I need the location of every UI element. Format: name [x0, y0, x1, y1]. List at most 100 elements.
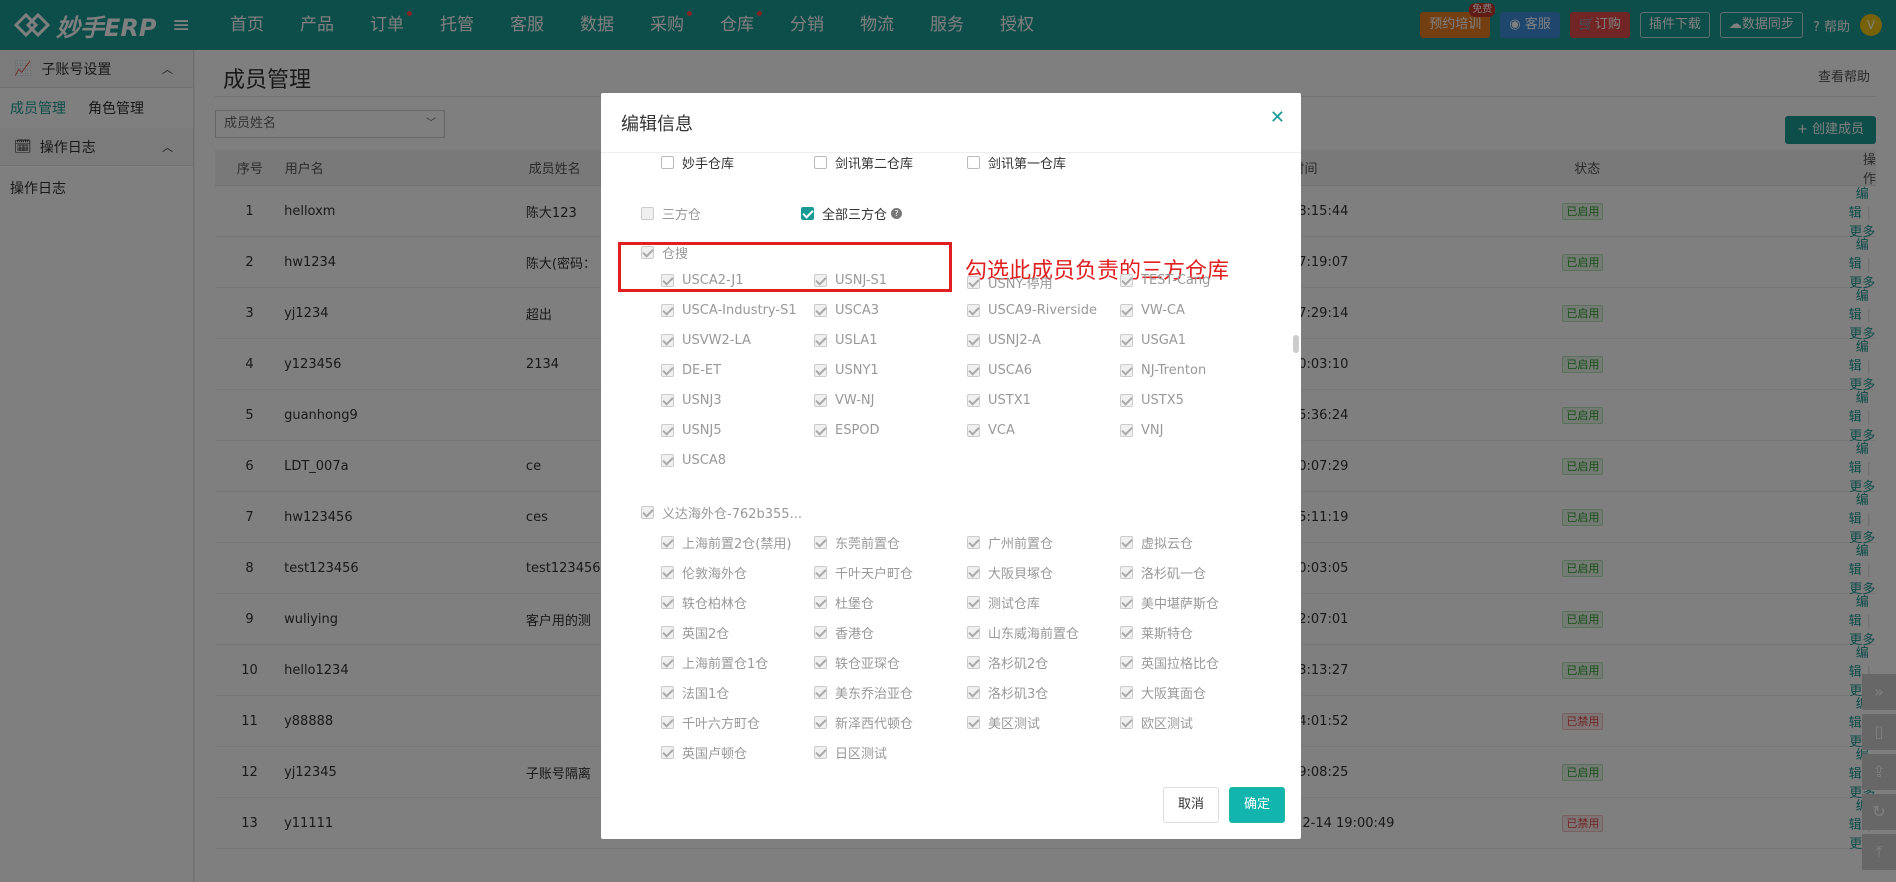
warehouse-checkbox[interactable]: 千叶天户町仓	[814, 563, 913, 582]
warehouse-checkbox[interactable]: 莱斯特仓	[1120, 623, 1193, 642]
checkbox-label: VNJ	[1141, 423, 1164, 438]
warehouse-checkbox[interactable]: USCA3	[814, 303, 879, 318]
modal-header: 编辑信息	[601, 93, 1301, 153]
warehouse-checkbox[interactable]: VCA	[967, 423, 1015, 438]
warehouse-checkbox[interactable]: 美区测试	[967, 713, 1040, 732]
warehouse-checkbox[interactable]: DE-ET	[661, 363, 721, 378]
warehouse-checkbox[interactable]: USCA6	[967, 363, 1032, 378]
warehouse-checkbox[interactable]: 洛杉矶3仓	[967, 683, 1048, 702]
checkbox-label: 大阪貝塚仓	[988, 567, 1054, 582]
checkbox-label: 莱斯特仓	[1141, 627, 1194, 642]
group-checkbox[interactable]: 仓搜	[641, 243, 688, 262]
warehouse-checkbox[interactable]: 千叶六方町仓	[661, 713, 760, 732]
checkbox-label: 妙手仓库	[682, 157, 735, 172]
warehouse-checkbox[interactable]: NJ-Trenton	[1120, 363, 1206, 378]
warehouse-checkbox[interactable]: 上海前置2仓(禁用)	[661, 533, 791, 552]
warehouse-checkbox[interactable]: 广州前置仓	[967, 533, 1053, 552]
checkbox-label: ESPOD	[835, 423, 880, 438]
top-warehouse-checkbox[interactable]: 剑讯第一仓库	[967, 153, 1066, 172]
top-warehouse-checkbox[interactable]: 妙手仓库	[661, 153, 734, 172]
checkbox-box	[1120, 304, 1133, 317]
cancel-button[interactable]: 取消	[1162, 787, 1219, 823]
warehouse-checkbox[interactable]: VW-CA	[1120, 303, 1185, 318]
checkbox-box	[661, 274, 674, 287]
warehouse-checkbox[interactable]: 美东乔治亚仓	[814, 683, 913, 702]
warehouse-checkbox[interactable]: 日区测试	[814, 743, 887, 762]
warehouse-checkbox[interactable]: USCA9-Riverside	[967, 303, 1097, 318]
all-third-party-checkbox[interactable]: 全部三方仓?	[801, 204, 903, 223]
warehouse-checkbox[interactable]: 虚拟云仓	[1120, 533, 1193, 552]
warehouse-checkbox[interactable]: 法国1仓	[661, 683, 729, 702]
top-warehouse-checkbox[interactable]: 剑讯第二仓库	[814, 153, 913, 172]
warehouse-checkbox[interactable]: 新泽西代顿仓	[814, 713, 913, 732]
checkbox-box	[1120, 364, 1133, 377]
warehouse-checkbox[interactable]: 上海前置仓1仓	[661, 653, 768, 672]
checkbox-label: USNJ-S1	[835, 273, 888, 288]
warehouse-checkbox[interactable]: 英国拉格比仓	[1120, 653, 1219, 672]
warehouse-checkbox[interactable]: VNJ	[1120, 423, 1163, 438]
warehouse-checkbox[interactable]: 美中堪萨斯仓	[1120, 593, 1219, 612]
checkbox-box	[661, 596, 674, 609]
checkbox-label: 大阪箕面仓	[1141, 687, 1207, 702]
warehouse-checkbox[interactable]: USCA-Industry-S1	[661, 303, 797, 318]
close-icon[interactable]: ✕	[1270, 107, 1285, 128]
warehouse-checkbox[interactable]: 山东威海前置仓	[967, 623, 1079, 642]
warehouse-checkbox[interactable]: 洛杉矶2仓	[967, 653, 1048, 672]
warehouse-checkbox[interactable]: 伦敦海外仓	[661, 563, 747, 582]
warehouse-checkbox[interactable]: USVW2-LA	[661, 333, 751, 348]
warehouse-checkbox[interactable]: 轶仓亚琛仓	[814, 653, 900, 672]
checkbox-label: USNJ3	[682, 393, 722, 408]
warehouse-checkbox[interactable]: 大阪箕面仓	[1120, 683, 1206, 702]
warehouse-checkbox[interactable]: USLA1	[814, 333, 877, 348]
checkbox-label: 美中堪萨斯仓	[1141, 597, 1220, 612]
warehouse-checkbox[interactable]: 香港仓	[814, 623, 874, 642]
modal-body: 勾选此成员负责的三方仓库 妙手仓库 剑讯第二仓库 剑讯第一仓库 三方仓 全部三方仓? 仓搜…	[601, 153, 1291, 765]
warehouse-checkbox[interactable]: 大阪貝塚仓	[967, 563, 1053, 582]
warehouse-checkbox[interactable]: 测试仓库	[967, 593, 1040, 612]
warehouse-checkbox[interactable]: USNJ5	[661, 423, 722, 438]
warehouse-checkbox[interactable]: USNY-停用	[967, 273, 1053, 292]
warehouse-checkbox[interactable]: USGA1	[1120, 333, 1186, 348]
checkbox-box	[1120, 334, 1133, 347]
checkbox-label: 伦敦海外仓	[682, 567, 748, 582]
checkbox-box	[661, 686, 674, 699]
checkbox-label: 杜堡仓	[835, 597, 875, 612]
warehouse-checkbox[interactable]: ESPOD	[814, 423, 880, 438]
warehouse-checkbox[interactable]: USTX5	[1120, 393, 1184, 408]
checkbox-label: 洛杉矶3仓	[988, 687, 1049, 702]
checkbox-box	[661, 334, 674, 347]
group-checkbox[interactable]: 义达海外仓-762b355...	[641, 503, 802, 522]
checkbox-label: USNJ5	[682, 423, 722, 438]
warehouse-checkbox[interactable]: USNJ-S1	[814, 273, 887, 288]
warehouse-checkbox[interactable]: 欧区测试	[1120, 713, 1193, 732]
checkbox-label: 广州前置仓	[988, 537, 1054, 552]
checkbox-box	[1120, 566, 1133, 579]
checkbox-label: 测试仓库	[988, 597, 1041, 612]
warehouse-checkbox[interactable]: USCA8	[661, 453, 726, 468]
checkbox-label: VW-CA	[1141, 303, 1185, 318]
warehouse-checkbox[interactable]: USNJ3	[661, 393, 722, 408]
warehouse-checkbox[interactable]: 英国卢顿仓	[661, 743, 747, 762]
warehouse-checkbox[interactable]: USTX1	[967, 393, 1031, 408]
confirm-button[interactable]: 确定	[1228, 787, 1285, 823]
warehouse-checkbox[interactable]: 东莞前置仓	[814, 533, 900, 552]
checkbox-label: 虚拟云仓	[1141, 537, 1194, 552]
checkbox-label: 仓搜	[662, 247, 689, 262]
warehouse-checkbox[interactable]: 英国2仓	[661, 623, 729, 642]
modal-scrollbar[interactable]	[1291, 153, 1301, 765]
third-party-checkbox[interactable]: 三方仓	[641, 204, 701, 223]
warehouse-checkbox[interactable]: 轶仓柏林仓	[661, 593, 747, 612]
warehouse-checkbox[interactable]: 杜堡仓	[814, 593, 874, 612]
warehouse-checkbox[interactable]: USNY1	[814, 363, 879, 378]
checkbox-box	[814, 424, 827, 437]
warehouse-checkbox[interactable]: USNJ2-A	[967, 333, 1041, 348]
question-icon[interactable]: ?	[891, 208, 903, 219]
checkbox-label: 山东威海前置仓	[988, 627, 1080, 642]
warehouse-checkbox[interactable]: TEST-Cang	[1120, 273, 1210, 288]
scrollbar-thumb[interactable]	[1293, 335, 1299, 353]
checkbox-label: 日区测试	[835, 747, 888, 762]
warehouse-checkbox[interactable]: 洛杉矶一仓	[1120, 563, 1206, 582]
checkbox-box	[661, 626, 674, 639]
warehouse-checkbox[interactable]: VW-NJ	[814, 393, 874, 408]
warehouse-checkbox[interactable]: USCA2-J1	[661, 273, 744, 288]
